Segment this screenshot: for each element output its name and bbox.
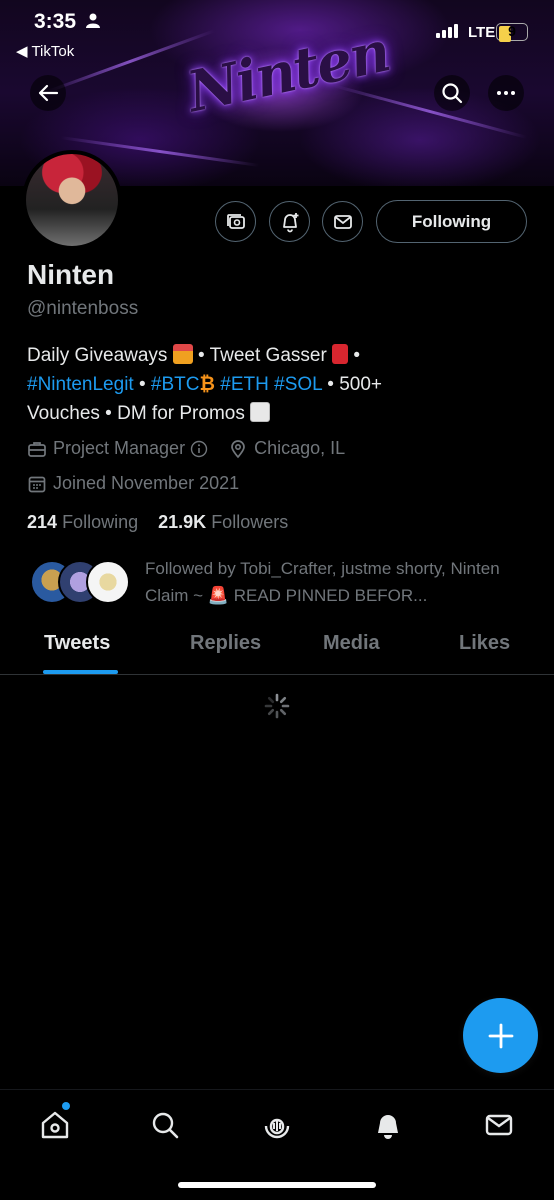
tab-likes[interactable]: Likes [459,632,510,655]
battery-icon: 9 [496,23,528,42]
more-button[interactable] [488,75,524,111]
search-icon [442,83,463,104]
back-app-label: TikTok [31,43,75,60]
home-icon [41,1111,69,1139]
subscriptions-icon [226,213,245,229]
gift-icon [172,344,193,364]
plus-icon [488,1023,513,1048]
following-button[interactable]: Following [376,200,527,243]
back-to-app-link[interactable]: ◀ TikTok [16,42,74,60]
active-tab-indicator [43,670,118,674]
following-count: 214 [27,512,58,532]
bio-text: Daily Giveaways [27,345,173,366]
tab-tweets[interactable]: Tweets [44,632,110,655]
bio-text: Vouches • DM for Promos [27,403,251,424]
following-label: Following [62,512,139,532]
spaces-icon [264,1118,290,1139]
subscriptions-button[interactable] [215,201,256,242]
new-content-dot [62,1102,70,1110]
bio-text: • 500+ [322,374,383,395]
profile-avatar[interactable] [22,150,122,250]
notify-button[interactable] [269,201,310,242]
profile-job: Project Manager Chicago, IL [27,438,345,459]
followed-by-text[interactable]: Followed by Tobi_Crafter, justme shorty,… [145,555,535,609]
mutual-followers-avatars[interactable] [30,560,132,606]
hashtag-nintenlegit[interactable]: #NintenLegit [27,374,134,395]
bio-text: • [348,345,361,366]
calendar-icon [28,476,46,492]
nav-notifications[interactable] [370,1107,406,1143]
location-pin-icon [231,439,245,458]
message-button[interactable] [322,201,363,242]
status-time: 3:35 [34,10,77,33]
bell-icon [378,1115,398,1139]
bell-plus-icon [282,212,298,232]
loading-spinner-icon [264,693,290,719]
bio-text: • Tweet Gasser [192,345,333,366]
profile-joined: Joined November 2021 [27,473,239,494]
tab-media[interactable]: Media [323,632,380,655]
hashtag-btc[interactable]: #BTC [151,374,200,395]
tab-replies[interactable]: Replies [190,632,261,655]
followers-label: Followers [211,512,289,532]
envelope-arrow-icon [250,402,271,422]
bio: Daily Giveaways • Tweet Gasser • #Ninten… [27,341,527,428]
hashtag-eth[interactable]: #ETH [220,374,269,395]
display-name: Ninten [27,259,115,290]
network-type: LTE [468,24,496,41]
nav-spaces[interactable] [259,1107,295,1143]
person-icon [86,13,100,28]
battery-percent: 9 [508,23,516,39]
location-label: Chicago, IL [254,438,346,458]
nav-messages[interactable] [481,1107,517,1143]
job-label: Project Manager [53,438,186,458]
follow-counts: 214 Following 21.9K Followers [27,512,288,533]
handle: @nintenboss [27,298,139,319]
cellular-signal-icon [436,24,458,38]
info-icon[interactable] [190,440,208,458]
mail-icon [485,1114,513,1136]
following-link[interactable]: 214 Following [27,512,138,532]
back-button[interactable] [30,75,66,111]
joined-label: Joined November 2021 [53,473,240,493]
envelope-icon [333,214,352,229]
hashtag-sol[interactable]: #SOL [269,374,322,395]
back-triangle-icon: ◀ [16,43,28,60]
followers-count: 21.9K [158,512,207,532]
search-button[interactable] [434,75,470,111]
fuel-pump-icon [332,344,349,364]
nav-search[interactable] [147,1107,183,1143]
banner-logo: Ninten [181,18,395,126]
compose-tweet-button[interactable] [463,998,538,1073]
briefcase-icon [28,441,46,457]
home-indicator[interactable] [178,1182,376,1188]
arrow-left-icon [38,84,59,102]
followers-link[interactable]: 21.9K Followers [158,512,288,532]
more-horizontal-icon [497,91,515,95]
avatar [86,560,130,604]
bio-text: • [133,374,151,395]
nav-home[interactable] [37,1107,73,1143]
bitcoin-icon: ₿ [199,374,215,395]
profile-tabs: Tweets Replies Media Likes [0,620,554,675]
search-icon [152,1112,179,1139]
